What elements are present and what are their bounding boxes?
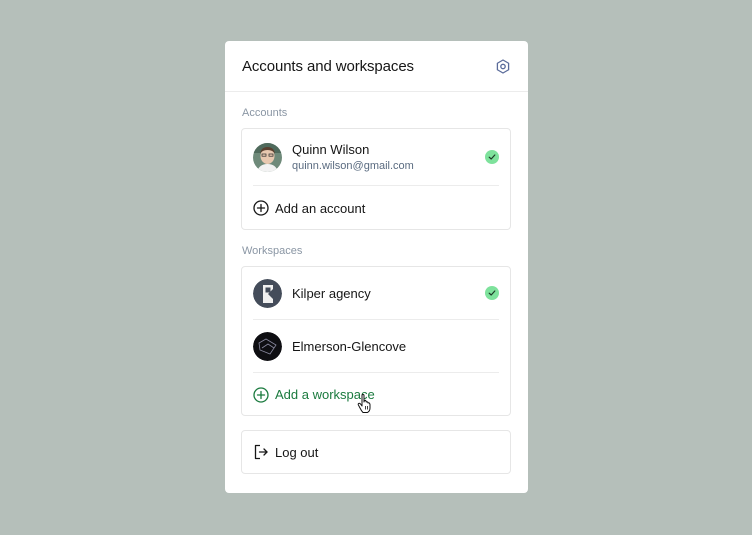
logout-card: Log out <box>241 430 511 474</box>
avatar <box>253 142 282 172</box>
account-email: quinn.wilson@gmail.com <box>292 160 414 172</box>
hand-pointer-cursor-icon <box>357 394 371 413</box>
plus-circle-icon <box>253 386 269 403</box>
logout-label: Log out <box>275 444 319 460</box>
accounts-card: Quinn Wilson quinn.wilson@gmail.com Add … <box>241 128 511 230</box>
workspace-name: Kilper agency <box>292 285 371 301</box>
workspace-row-kilper-agency[interactable]: Kilper agency <box>242 267 510 319</box>
kilper-logo-icon <box>253 278 282 308</box>
logout-icon <box>254 444 268 460</box>
add-account-label: Add an account <box>275 200 366 216</box>
plus-circle-icon <box>253 200 269 216</box>
workspaces-card: Kilper agency Elmerson-Glencove Add a wo… <box>241 266 511 416</box>
add-account-button[interactable]: Add an account <box>242 186 510 230</box>
workspaces-section-label: Workspaces <box>242 245 303 257</box>
selected-check-icon <box>485 286 499 300</box>
elmerson-logo-icon <box>253 331 282 361</box>
account-name: Quinn Wilson <box>292 142 370 157</box>
logout-button[interactable]: Log out <box>242 431 510 473</box>
accounts-section-label: Accounts <box>242 107 288 119</box>
account-row-quinn-wilson[interactable]: Quinn Wilson quinn.wilson@gmail.com <box>242 129 510 185</box>
workspace-row-elmerson-glencove[interactable]: Elmerson-Glencove <box>242 320 510 372</box>
panel-header: Accounts and workspaces <box>225 41 528 92</box>
accounts-workspaces-panel: Accounts and workspaces Accounts Quinn W… <box>225 41 528 493</box>
account-info: Quinn Wilson quinn.wilson@gmail.com <box>292 142 414 172</box>
settings-gear-icon[interactable] <box>495 58 511 74</box>
panel-title: Accounts and workspaces <box>242 57 414 75</box>
workspace-name: Elmerson-Glencove <box>292 338 407 354</box>
selected-check-icon <box>485 150 499 164</box>
add-workspace-button[interactable]: Add a workspace <box>242 373 510 416</box>
